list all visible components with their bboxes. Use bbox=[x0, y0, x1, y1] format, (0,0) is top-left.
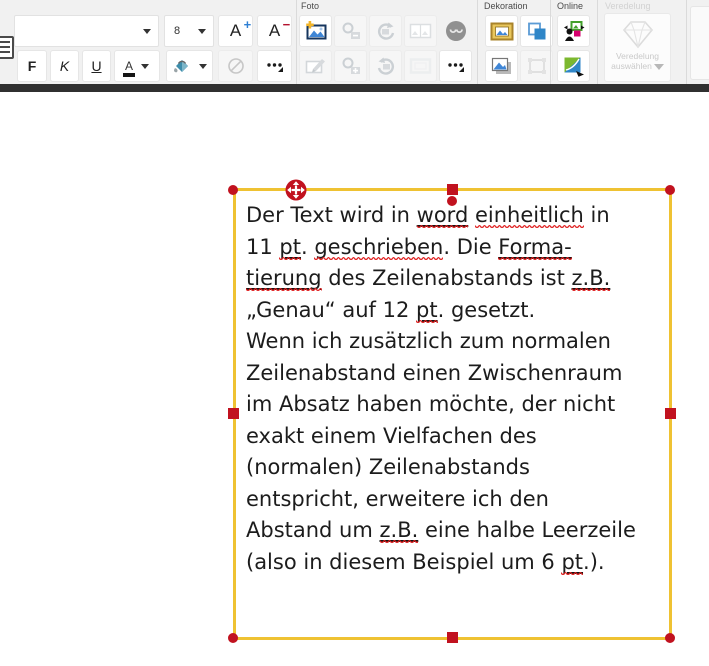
add-photo-button[interactable] bbox=[299, 15, 332, 47]
foto-group-label: Foto bbox=[301, 1, 319, 11]
frame-icon bbox=[409, 57, 432, 75]
border-frame-icon bbox=[526, 56, 548, 76]
resize-handle-left[interactable] bbox=[228, 408, 239, 419]
text-line: Abstand um z.B. eine halbe Leerzeile bbox=[246, 515, 636, 547]
underline-button[interactable]: U bbox=[82, 50, 111, 82]
page-canvas: Der Text wird in word einheitlich in11 p… bbox=[0, 92, 709, 666]
photo-shadow-icon bbox=[490, 56, 513, 76]
frame-decoration-button[interactable] bbox=[485, 15, 518, 47]
blocked-icon bbox=[227, 57, 245, 75]
text-line: im Absatz haben möchte, der nicht bbox=[246, 389, 636, 421]
foto-more-button[interactable] bbox=[439, 50, 472, 82]
text-frame-icon[interactable] bbox=[0, 36, 14, 59]
textbox-text: Der Text wird in word einheitlich in11 p… bbox=[246, 200, 636, 578]
text-line: Zeilenabstand einen Zwischenraum bbox=[246, 358, 636, 390]
chevron-down-icon bbox=[141, 64, 149, 69]
veredelung-group-label: Veredelung bbox=[605, 1, 651, 11]
rotate-left-icon bbox=[375, 56, 397, 76]
rotate-right-icon bbox=[375, 21, 397, 41]
text-line: „Genau“ auf 12 pt. gesetzt. bbox=[246, 295, 636, 327]
resize-handle-bottom-right[interactable] bbox=[665, 633, 675, 643]
increase-font-label: A+ bbox=[230, 21, 241, 41]
text-line: Wenn ich zusätzlich zum normalen bbox=[246, 326, 636, 358]
add-photo-icon bbox=[304, 21, 328, 41]
border-decoration-button[interactable] bbox=[520, 50, 553, 82]
framed-photo-icon bbox=[490, 22, 514, 41]
text-line: exakt einem Vielfachen des bbox=[246, 421, 636, 453]
zoom-in-photo-button[interactable] bbox=[334, 50, 367, 82]
resize-handle-top-left[interactable] bbox=[228, 185, 238, 195]
rotate-handle[interactable] bbox=[447, 196, 457, 206]
ellipsis-icon bbox=[447, 59, 465, 73]
font-color-button[interactable]: A bbox=[114, 50, 160, 82]
text-line: 11 pt. geschrieben. Die Forma- bbox=[246, 232, 636, 264]
move-handle[interactable] bbox=[284, 178, 308, 202]
toolbar-divider bbox=[0, 84, 709, 92]
no-style-button[interactable] bbox=[218, 50, 253, 82]
italic-button[interactable]: K bbox=[50, 50, 79, 82]
resize-handle-bottom-left[interactable] bbox=[228, 633, 238, 643]
fill-color-button[interactable] bbox=[166, 50, 213, 82]
veredelung-select-button[interactable]: Veredelung auswählen bbox=[604, 13, 671, 82]
online-group-label: Online bbox=[557, 1, 583, 11]
clipart-button[interactable] bbox=[557, 50, 590, 82]
clipart-icon bbox=[562, 56, 586, 77]
mask-decoration-button[interactable] bbox=[520, 15, 553, 47]
toolbar: 8 A+ A− F K U A bbox=[0, 0, 709, 84]
chevron-down-icon bbox=[143, 29, 151, 34]
text-line: tierung des Zeilenabstands ist z.B. bbox=[246, 263, 636, 295]
text-box[interactable]: Der Text wird in word einheitlich in11 p… bbox=[233, 188, 672, 640]
zoom-out-photo-button[interactable] bbox=[334, 15, 367, 47]
font-family-select[interactable] bbox=[14, 15, 159, 47]
text-line: entspricht, erweitere ich den bbox=[246, 484, 636, 516]
dekoration-group-label: Dekoration bbox=[484, 1, 528, 11]
veredelung-button-label: Veredelung auswählen bbox=[611, 51, 664, 71]
chevron-down-icon bbox=[198, 29, 206, 34]
share-photo-button[interactable] bbox=[557, 15, 590, 47]
decrease-font-label: A− bbox=[269, 21, 280, 41]
clipped-panel bbox=[690, 6, 709, 80]
resize-handle-bottom[interactable] bbox=[447, 632, 458, 643]
face-correction-button[interactable] bbox=[439, 15, 472, 47]
font-size-value: 8 bbox=[174, 25, 180, 37]
diamond-icon bbox=[620, 19, 656, 51]
frame-photo-button[interactable] bbox=[404, 50, 437, 82]
paint-bucket-icon bbox=[173, 58, 191, 74]
share-photo-icon bbox=[562, 20, 586, 42]
resize-handle-top[interactable] bbox=[447, 184, 458, 195]
font-color-icon: A bbox=[125, 60, 133, 72]
resize-handle-top-right[interactable] bbox=[665, 185, 675, 195]
resize-handle-right[interactable] bbox=[665, 408, 676, 419]
shadow-decoration-button[interactable] bbox=[485, 50, 518, 82]
increase-font-button[interactable]: A+ bbox=[218, 15, 253, 47]
photo-options-button[interactable] bbox=[404, 15, 437, 47]
chevron-down-icon bbox=[199, 64, 207, 69]
text-line: Der Text wird in word einheitlich in bbox=[246, 200, 636, 232]
face-icon bbox=[444, 19, 468, 43]
text-line: (also in diesem Beispiel um 6 pt.). bbox=[246, 547, 636, 579]
magnifier-plus-icon bbox=[340, 56, 362, 76]
chevron-down-icon bbox=[654, 64, 664, 70]
bold-button[interactable]: F bbox=[17, 50, 47, 82]
overlap-squares-icon bbox=[526, 21, 548, 41]
move-icon bbox=[284, 178, 308, 202]
edit-photo-button[interactable] bbox=[299, 50, 332, 82]
text-more-button[interactable] bbox=[257, 50, 292, 82]
font-size-select[interactable]: 8 bbox=[164, 15, 214, 47]
app-window: 8 A+ A− F K U A bbox=[0, 0, 709, 666]
pencil-photo-icon bbox=[305, 57, 327, 75]
rotate-left-button[interactable] bbox=[369, 50, 402, 82]
magnifier-minus-icon bbox=[340, 21, 362, 41]
rotate-right-button[interactable] bbox=[369, 15, 402, 47]
photo-pair-icon bbox=[409, 22, 432, 40]
ellipsis-icon bbox=[266, 59, 284, 73]
text-line: (normalen) Zeilenabstands bbox=[246, 452, 636, 484]
decrease-font-button[interactable]: A− bbox=[257, 15, 292, 47]
